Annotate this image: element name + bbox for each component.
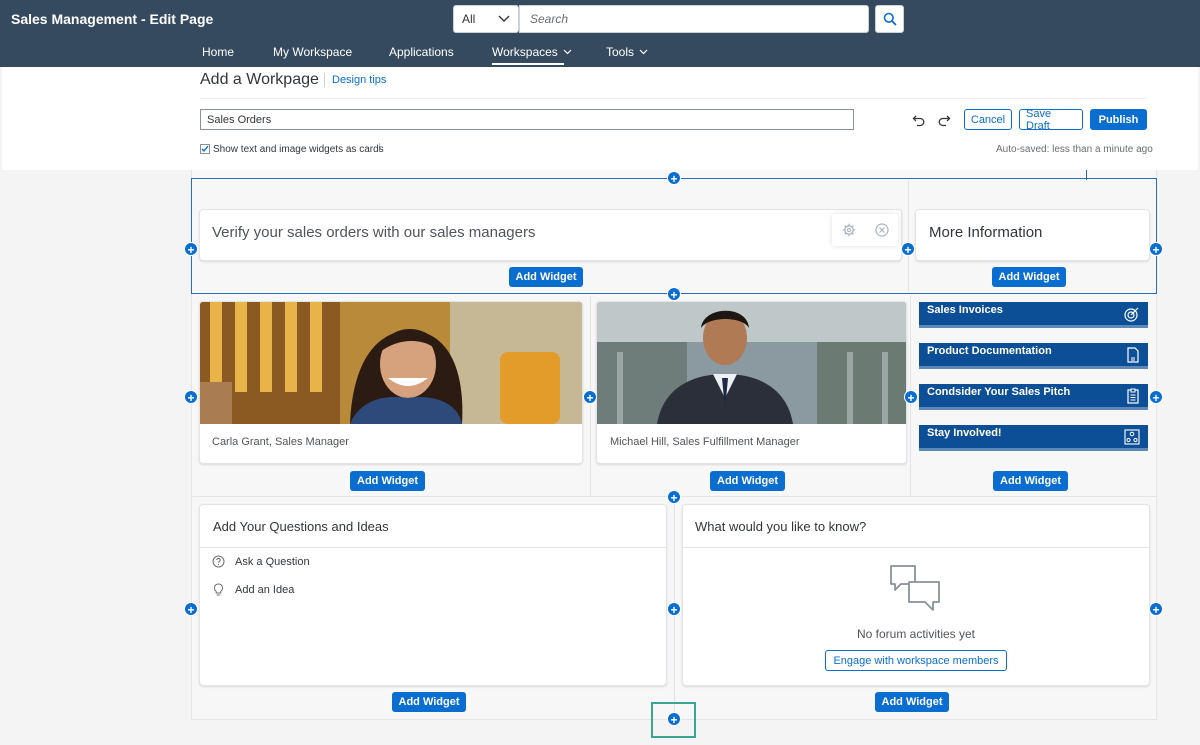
checkmark-icon <box>201 145 209 153</box>
nav-home[interactable]: Home <box>202 44 234 60</box>
ask-question-label: Ask a Question <box>235 555 310 568</box>
divider <box>200 547 666 548</box>
more-info-card[interactable]: More Information <box>915 209 1150 261</box>
add-column-button[interactable]: + <box>583 390 597 405</box>
add-widget-button[interactable]: Add Widget <box>509 267 583 287</box>
redo-button[interactable] <box>935 111 953 129</box>
autosave-status: Auto-saved: less than a minute ago <box>996 144 1153 155</box>
nav-my-workspace-label: My Workspace <box>273 45 353 59</box>
image-widget-card[interactable]: Michael Hill, Sales Fulfillment Manager <box>596 301 907 464</box>
image-caption: Michael Hill, Sales Fulfillment Manager <box>610 436 800 448</box>
card-title: Add Your Questions and Ideas <box>213 519 389 534</box>
search-button[interactable] <box>875 5 904 33</box>
undo-button[interactable] <box>910 111 928 129</box>
nav-tools[interactable]: Tools <box>606 44 648 60</box>
show-cards-checkbox[interactable] <box>200 144 210 154</box>
design-tips-link[interactable]: Design tips <box>332 74 386 86</box>
nav-active-indicator <box>492 63 564 65</box>
clipboard-icon <box>1127 388 1139 404</box>
add-idea-link[interactable]: Add an Idea <box>212 583 294 597</box>
add-widget-button[interactable]: Add Widget <box>993 471 1068 491</box>
tile-stay-involved[interactable]: Stay Involved! <box>919 425 1148 451</box>
add-section-button[interactable]: + <box>667 287 681 302</box>
empty-state-text: No forum activities yet <box>856 627 976 641</box>
workpage-title-input[interactable] <box>200 109 854 130</box>
nav-applications-label: Applications <box>389 45 454 59</box>
questions-ideas-card: Add Your Questions and Ideas Ask a Quest… <box>199 504 667 686</box>
text-widget-text: Verify your sales orders with our sales … <box>212 224 536 241</box>
add-column-button[interactable]: + <box>184 390 198 405</box>
publish-button[interactable]: Publish <box>1090 109 1147 130</box>
person-photo-michael <box>597 302 906 424</box>
person-photo-carla <box>200 302 582 424</box>
divider <box>324 73 325 87</box>
target-icon <box>1124 307 1139 322</box>
close-icon[interactable] <box>874 223 889 237</box>
add-idea-label: Add an Idea <box>235 584 295 596</box>
chevron-down-icon <box>639 49 648 55</box>
search-icon <box>883 12 897 26</box>
add-column-button[interactable]: + <box>184 602 198 617</box>
search-scope-value: All <box>462 12 476 26</box>
tile-sales-invoices[interactable]: Sales Invoices <box>919 302 1148 328</box>
add-widget-button[interactable]: Add Widget <box>350 471 425 491</box>
save-draft-button[interactable]: Save Draft <box>1019 108 1083 132</box>
info-icon[interactable]: ⅰ <box>378 143 381 154</box>
image-caption: Carla Grant, Sales Manager <box>212 436 349 448</box>
tile-label: Condsider Your Sales Pitch <box>927 386 1071 398</box>
people-network-icon <box>1124 429 1140 445</box>
tile-product-documentation[interactable]: Product Documentation <box>919 343 1148 369</box>
tile-label: Stay Involved! <box>927 427 1002 439</box>
nav-my-workspace[interactable]: My Workspace <box>273 44 352 60</box>
add-column-button[interactable]: + <box>901 242 915 257</box>
image-widget-card[interactable]: Carla Grant, Sales Manager <box>199 301 583 464</box>
chevron-down-icon <box>563 49 572 55</box>
divider <box>200 98 1147 99</box>
card-title: What would you like to know? <box>695 519 867 534</box>
page-title: Add a Workpage <box>200 71 319 88</box>
undo-icon <box>912 115 925 127</box>
document-icon <box>1127 347 1139 363</box>
engage-members-button[interactable]: Engage with workspace members <box>825 650 1007 671</box>
nav-workspaces-label: Workspaces <box>492 45 558 59</box>
add-column-button[interactable]: + <box>667 602 681 617</box>
search-scope-select[interactable]: All <box>453 5 519 33</box>
app-title: Sales Management - Edit Page <box>11 11 214 27</box>
divider <box>683 547 1149 548</box>
lightbulb-icon <box>213 583 224 596</box>
redo-icon <box>938 115 951 127</box>
add-widget-button[interactable]: Add Widget <box>875 692 949 712</box>
show-cards-label: Show text and image widgets as cards <box>213 144 384 155</box>
nav-applications[interactable]: Applications <box>389 44 454 60</box>
gear-icon[interactable] <box>842 223 856 237</box>
add-column-button[interactable]: + <box>1149 242 1163 257</box>
forum-card: What would you like to know? No forum ac… <box>682 504 1150 686</box>
add-column-button[interactable]: + <box>184 242 198 257</box>
tile-label: Sales Invoices <box>927 304 1003 316</box>
highlight-frame <box>651 702 696 738</box>
add-widget-button[interactable]: Add Widget <box>392 692 466 712</box>
add-widget-button[interactable]: Add Widget <box>992 267 1066 287</box>
chevron-down-icon <box>498 15 510 22</box>
add-column-button[interactable]: + <box>1149 390 1163 405</box>
widget-toolbar <box>832 214 898 246</box>
tile-sales-pitch[interactable]: Condsider Your Sales Pitch <box>919 384 1148 410</box>
tile-label: Product Documentation <box>927 345 1052 357</box>
question-icon <box>212 555 225 568</box>
nav-workspaces[interactable]: Workspaces <box>492 44 572 60</box>
add-section-button[interactable]: + <box>667 490 681 505</box>
add-column-button[interactable]: + <box>1149 602 1163 617</box>
more-info-title: More Information <box>929 224 1043 241</box>
add-column-button[interactable]: + <box>904 390 918 405</box>
text-widget-card[interactable]: Verify your sales orders with our sales … <box>199 209 902 261</box>
nav-home-label: Home <box>202 45 235 59</box>
nav-tools-label: Tools <box>606 45 635 59</box>
add-widget-button[interactable]: Add Widget <box>710 471 785 491</box>
add-section-button[interactable]: + <box>667 171 681 186</box>
cancel-button[interactable]: Cancel <box>964 109 1012 130</box>
chat-bubbles-icon <box>890 565 940 611</box>
search-input[interactable] <box>519 5 869 33</box>
ask-question-link[interactable]: Ask a Question <box>212 555 310 568</box>
